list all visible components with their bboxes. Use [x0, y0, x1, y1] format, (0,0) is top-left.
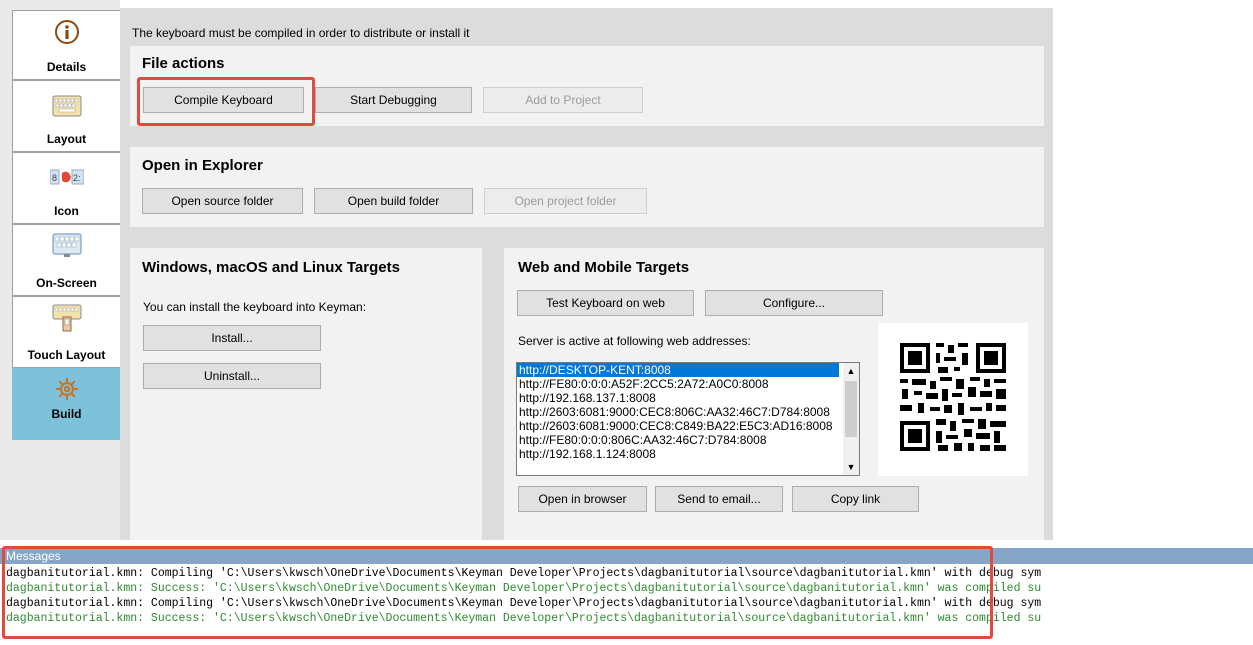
messages-highlight [2, 546, 993, 639]
list-scrollbar[interactable]: ▲ ▼ [843, 363, 859, 475]
tab-icon[interactable]: 8 2: Icon [12, 152, 120, 224]
tab-label: Build [51, 407, 82, 421]
touch-keyboard-icon [52, 303, 82, 336]
open-in-browser-button[interactable]: Open in browser [518, 486, 647, 512]
desktop-targets-description: You can install the keyboard into Keyman… [143, 300, 367, 314]
tab-label: Icon [54, 204, 79, 218]
info-icon [54, 19, 80, 48]
editor-tab-strip: Details Layout 8 2: Icon On-Screen Touch… [0, 0, 120, 540]
server-address-item[interactable]: http://FE80:0:0:0:806C:AA32:46C7:D784:80… [517, 433, 839, 447]
tab-label: Touch Layout [27, 348, 106, 362]
tab-touch-layout[interactable]: Touch Layout [12, 296, 120, 368]
server-address-item[interactable]: http://DESKTOP-KENT:8008 [517, 363, 839, 377]
desktop-targets-group: Windows, macOS and Linux Targets You can… [130, 248, 482, 540]
scroll-up-icon[interactable]: ▲ [843, 363, 859, 379]
explorer-group: Open in Explorer [130, 147, 1044, 227]
explorer-title: Open in Explorer [142, 157, 263, 174]
scroll-thumb[interactable] [845, 381, 857, 437]
tab-build[interactable]: Build [12, 368, 120, 440]
gear-icon [55, 377, 79, 404]
tab-details[interactable]: Details [12, 10, 120, 80]
qr-code-image [878, 323, 1028, 476]
desktop-targets-title: Windows, macOS and Linux Targets [142, 259, 400, 276]
open-source-folder-button[interactable]: Open source folder [142, 188, 303, 214]
configure-button[interactable]: Configure... [705, 290, 883, 316]
server-address-list[interactable]: http://DESKTOP-KENT:8008 http://FE80:0:0… [516, 362, 860, 476]
server-address-item[interactable]: http://2603:6081:9000:CEC8:806C:AA32:46C… [517, 405, 839, 419]
server-address-item[interactable]: http://FE80:0:0:0:A52F:2CC5:2A72:A0C0:80… [517, 377, 839, 391]
tab-on-screen[interactable]: On-Screen [12, 224, 120, 296]
server-address-item[interactable]: http://192.168.137.1:8008 [517, 391, 839, 405]
keyboard-icon [52, 95, 82, 120]
server-address-item[interactable]: http://2603:6081:9000:CEC8:C849:BA22:E5C… [517, 419, 839, 433]
tab-label: Details [46, 60, 87, 74]
panel-background [1053, 8, 1253, 540]
open-project-folder-button[interactable]: Open project folder [484, 188, 647, 214]
uninstall-button[interactable]: Uninstall... [143, 363, 321, 389]
test-keyboard-web-button[interactable]: Test Keyboard on web [517, 290, 694, 316]
tab-label: On-Screen [36, 276, 97, 290]
send-to-email-button[interactable]: Send to email... [655, 486, 783, 512]
tab-layout[interactable]: Layout [12, 80, 120, 152]
start-debugging-button[interactable]: Start Debugging [315, 87, 472, 113]
add-to-project-button[interactable]: Add to Project [483, 87, 643, 113]
file-actions-title: File actions [142, 55, 225, 72]
install-button[interactable]: Install... [143, 325, 321, 351]
web-targets-title: Web and Mobile Targets [518, 259, 690, 276]
compile-notice: The keyboard must be compiled in order t… [132, 26, 470, 40]
tab-label: Layout [46, 132, 87, 146]
server-label: Server is active at following web addres… [518, 334, 751, 348]
svg-text:2:: 2: [73, 173, 81, 183]
svg-text:8: 8 [52, 173, 57, 183]
copy-link-button[interactable]: Copy link [792, 486, 919, 512]
icon-editor-icon: 8 2: [49, 169, 84, 190]
open-build-folder-button[interactable]: Open build folder [314, 188, 473, 214]
scroll-down-icon[interactable]: ▼ [843, 459, 859, 475]
compile-highlight [137, 77, 315, 126]
server-address-item[interactable]: http://192.168.1.124:8008 [517, 447, 839, 461]
onscreen-keyboard-icon [52, 233, 82, 262]
